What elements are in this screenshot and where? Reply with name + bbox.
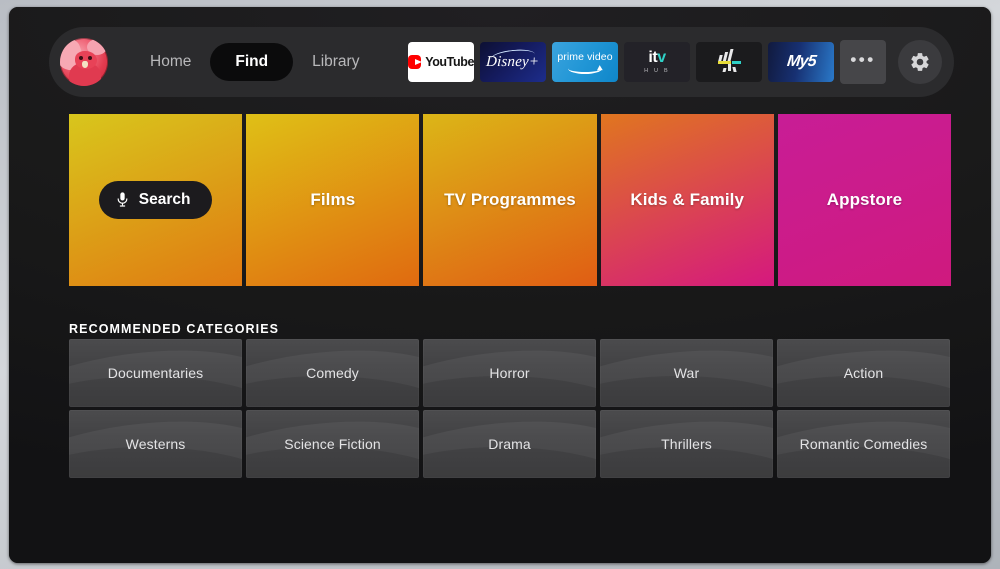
category-tile-label: Science Fiction [284, 436, 381, 452]
app-tile-youtube[interactable]: YouTube [408, 42, 474, 82]
itv-v-glyph: v [657, 49, 666, 66]
category-tile-label: Horror [489, 365, 530, 381]
category-tile[interactable]: Horror [423, 339, 596, 407]
tile-films[interactable]: Films [246, 114, 420, 286]
app-shortcut-list: YouTube Disney+ prime video itv H U B My… [408, 40, 942, 84]
category-tile[interactable]: Science Fiction [246, 410, 419, 478]
category-tile-label: Romantic Comedies [799, 436, 928, 452]
top-navigation-bar: Home Find Library YouTube Disney+ prime … [49, 27, 954, 97]
tv-device-frame: Home Find Library YouTube Disney+ prime … [9, 7, 991, 563]
category-tile[interactable]: Action [777, 339, 950, 407]
category-tile[interactable]: Westerns [69, 410, 242, 478]
tile-search[interactable]: Search [69, 114, 243, 286]
category-tile-label: War [673, 365, 700, 381]
app-sublabel-itv-hub: H U B [644, 68, 670, 74]
app-label-itv: itv [648, 49, 666, 66]
app-label-prime-video: prime video [557, 50, 613, 63]
tile-label-appstore: Appstore [826, 190, 903, 209]
tile-kids-and-family[interactable]: Kids & Family [600, 114, 774, 286]
category-tile[interactable]: War [600, 339, 773, 407]
app-tile-my5[interactable]: My5 [768, 42, 834, 82]
channel-4-logo-icon [714, 49, 744, 75]
microphone-icon [117, 192, 128, 207]
profile-avatar[interactable] [60, 38, 108, 86]
app-tile-channel-4[interactable] [696, 42, 762, 82]
category-tile[interactable]: Comedy [246, 339, 419, 407]
nav-item-find[interactable]: Find [210, 43, 294, 81]
gear-icon [911, 53, 929, 71]
nav-links: Home Find Library [132, 43, 377, 81]
category-tile-label: Action [843, 365, 884, 381]
tv-home-screen: Home Find Library YouTube Disney+ prime … [9, 7, 991, 563]
app-label-youtube: YouTube [425, 55, 474, 69]
tile-label-kids-and-family: Kids & Family [630, 190, 745, 209]
app-label-disney-plus: Disney+ [486, 53, 541, 70]
app-tile-itv-hub[interactable]: itv H U B [624, 42, 690, 82]
app-label-my5: My5 [785, 53, 817, 70]
avatar-eye-left [79, 56, 83, 60]
category-tile-label: Drama [488, 436, 531, 452]
desktop-background: Home Find Library YouTube Disney+ prime … [0, 0, 1000, 569]
settings-button[interactable] [898, 40, 942, 84]
search-button[interactable]: Search [98, 181, 213, 219]
category-tile[interactable]: Thrillers [600, 410, 773, 478]
tile-appstore[interactable]: Appstore [777, 114, 952, 286]
avatar-eye-right [88, 56, 92, 60]
app-tile-prime-video[interactable]: prime video [552, 42, 618, 82]
recommended-categories-grid: Documentaries Comedy Horror War Action Wester… [69, 339, 950, 478]
tile-label-films: Films [310, 190, 356, 209]
youtube-play-icon [408, 55, 423, 69]
recommended-categories-header: RECOMMENDED CATEGORIES [69, 322, 280, 336]
category-tile-label: Westerns [125, 436, 186, 452]
category-tile[interactable]: Documentaries [69, 339, 242, 407]
tile-label-tv-programmes: TV Programmes [444, 190, 576, 209]
nav-item-home[interactable]: Home [133, 44, 208, 80]
avatar-beak [82, 61, 88, 68]
category-tile-label: Thrillers [661, 436, 712, 452]
more-apps-button[interactable]: ••• [840, 40, 886, 84]
app-tile-disney-plus[interactable]: Disney+ [480, 42, 546, 82]
category-tile[interactable]: Drama [423, 410, 596, 478]
search-button-label: Search [138, 191, 191, 208]
primary-tile-row: Search Films TV Programmes Kids & Family… [69, 114, 952, 286]
category-tile[interactable]: Romantic Comedies [777, 410, 950, 478]
category-tile-label: Comedy [306, 365, 359, 381]
tile-tv-programmes[interactable]: TV Programmes [423, 114, 597, 286]
prime-smile-icon [568, 63, 602, 75]
category-tile-label: Documentaries [107, 365, 204, 381]
nav-item-library[interactable]: Library [295, 44, 376, 80]
